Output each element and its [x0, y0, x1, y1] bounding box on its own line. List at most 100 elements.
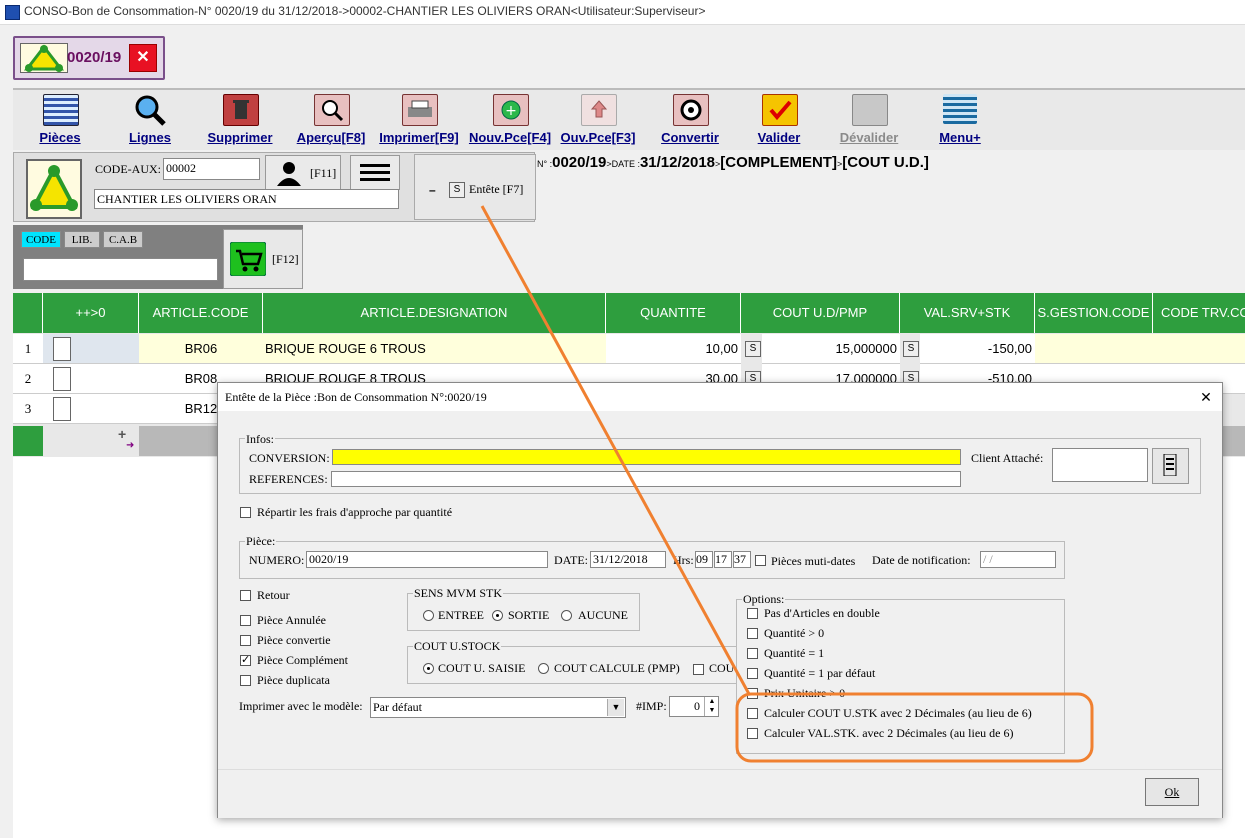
- annulee-label: Pièce Annulée: [257, 613, 326, 627]
- convert-icon: [673, 94, 709, 126]
- option-qty-positive-checkbox[interactable]: [747, 628, 758, 639]
- references-label: REFERENCES:: [249, 472, 328, 486]
- dialog-close-button[interactable]: ✕: [1194, 387, 1218, 407]
- document-tab[interactable]: 0020/19 ✕: [13, 36, 165, 80]
- devalider-button[interactable]: Dévalider: [833, 90, 905, 148]
- dialog-footer: [218, 769, 1222, 818]
- window-title: CONSO-Bon de Consommation-N° 0020/19 du …: [24, 4, 706, 18]
- option-qty-one-label: Quantité = 1: [764, 646, 825, 660]
- numero-input[interactable]: 0020/19: [306, 551, 548, 568]
- nouvelle-piece-button[interactable]: + Nouv.Pce[F4]: [467, 90, 553, 148]
- cout-pmp-radio[interactable]: [538, 663, 549, 674]
- pieces-button[interactable]: Pièces: [28, 90, 92, 148]
- apercu-button[interactable]: Aperçu[F8]: [295, 90, 367, 148]
- row-designation[interactable]: BRIQUE ROUGE 6 TROUS: [263, 334, 606, 364]
- entete-button[interactable]: – S Entête [F7]: [414, 154, 536, 220]
- menu-button[interactable]: Menu+: [933, 90, 987, 148]
- repartir-checkbox[interactable]: [240, 507, 251, 518]
- dialog-title: Entête de la Pièce :Bon de Consommation …: [225, 390, 487, 404]
- table-row-flag[interactable]: [43, 334, 139, 364]
- f12-button[interactable]: [F12]: [223, 229, 303, 289]
- s-button[interactable]: S: [449, 182, 465, 198]
- grid-header-val[interactable]: VAL.SRV+STK: [900, 293, 1035, 333]
- ouvrir-piece-button[interactable]: Ouv.Pce[F3]: [559, 90, 637, 148]
- row-quantite[interactable]: 10,00: [606, 334, 741, 364]
- grid-footer-corner: [13, 426, 43, 456]
- annulee-checkbox[interactable]: [240, 615, 251, 626]
- cout-extra-checkbox[interactable]: [693, 664, 704, 675]
- document-info-line: N° :0020/19>DATE :31/12/2018>[COMPLEMENT…: [537, 154, 929, 171]
- client-attache-input[interactable]: [1052, 448, 1148, 482]
- notification-date-input[interactable]: / /: [980, 551, 1056, 568]
- client-name-field[interactable]: CHANTIER LES OLIVIERS ORAN: [94, 189, 399, 209]
- convertie-checkbox[interactable]: [240, 635, 251, 646]
- retour-checkbox[interactable]: [240, 590, 251, 601]
- table-row-flag[interactable]: [43, 394, 139, 424]
- row-sgestion[interactable]: [1035, 334, 1153, 364]
- hamburger-button[interactable]: [350, 155, 400, 190]
- option-cout-2dec-checkbox[interactable]: [747, 708, 758, 719]
- supprimer-button[interactable]: Supprimer: [203, 90, 277, 148]
- hour-input[interactable]: 09: [695, 551, 713, 568]
- pcs-large-logo-icon: [26, 159, 82, 219]
- grid-header-cout[interactable]: COUT U.D/PMP: [741, 293, 900, 333]
- close-tab-button[interactable]: ✕: [129, 44, 157, 72]
- table-row-flag[interactable]: [43, 364, 139, 394]
- row-cout[interactable]: 15,000000: [762, 334, 900, 364]
- search-input[interactable]: [23, 258, 218, 281]
- cout-saisie-radio[interactable]: [423, 663, 434, 674]
- valider-button[interactable]: Valider: [749, 90, 809, 148]
- complement-label: Pièce Complément: [257, 653, 348, 667]
- pieces-icon: [43, 94, 79, 126]
- imp-label: #IMP:: [636, 699, 667, 713]
- complement-checkbox[interactable]: [240, 653, 251, 666]
- imprimer-button[interactable]: Imprimer[F9]: [377, 90, 461, 148]
- grid-header-codetrv[interactable]: CODE TRV.CO: [1153, 293, 1245, 333]
- row-number: 1: [13, 334, 43, 364]
- references-input[interactable]: [331, 471, 961, 487]
- sens-sortie-radio[interactable]: [492, 610, 503, 621]
- minute-input[interactable]: 17: [714, 551, 732, 568]
- grid-header-designation[interactable]: ARTICLE.DESIGNATION: [263, 293, 606, 333]
- option-qty-positive-label: Quantité > 0: [764, 626, 825, 640]
- ok-button[interactable]: Ok: [1145, 778, 1199, 806]
- chevron-down-icon[interactable]: ▼: [607, 699, 624, 716]
- option-qty-default-checkbox[interactable]: [747, 668, 758, 679]
- sens-aucune-radio[interactable]: [561, 610, 572, 621]
- code-aux-input[interactable]: 00002: [163, 158, 260, 180]
- option-price-positive-checkbox[interactable]: [747, 688, 758, 699]
- row-codetrv[interactable]: [1153, 334, 1245, 364]
- spinner-arrows-icon[interactable]: ▲ ▼: [704, 697, 719, 716]
- hamburger-icon: [360, 164, 390, 181]
- grid-header-sgestion[interactable]: S.GESTION.CODE: [1035, 293, 1153, 333]
- option-val-2dec-checkbox[interactable]: [747, 728, 758, 739]
- search-mode-lib[interactable]: LIB.: [64, 231, 100, 248]
- grid-header-code[interactable]: ARTICLE.CODE: [139, 293, 263, 333]
- grid-header-flag[interactable]: ++>0: [43, 293, 139, 333]
- client-lookup-button[interactable]: [1152, 448, 1189, 484]
- piece-legend: Pièce:: [245, 534, 277, 549]
- search-mode-cab[interactable]: C.A.B: [103, 231, 143, 248]
- row-s-button[interactable]: S: [745, 341, 761, 357]
- lignes-button[interactable]: Lignes: [121, 90, 179, 148]
- option-no-duplicates-checkbox[interactable]: [747, 608, 758, 619]
- multi-dates-checkbox[interactable]: [755, 555, 766, 566]
- sens-entree-radio[interactable]: [423, 610, 434, 621]
- search-mode-code[interactable]: CODE: [21, 231, 61, 248]
- f11-button[interactable]: [F11]: [265, 155, 341, 190]
- second-input[interactable]: 37: [733, 551, 751, 568]
- grid-header-quantite[interactable]: QUANTITE: [606, 293, 741, 333]
- cout-legend: COUT U.STOCK: [413, 639, 502, 654]
- add-line-icon[interactable]: +: [118, 426, 126, 442]
- option-qty-one-checkbox[interactable]: [747, 648, 758, 659]
- convertir-button[interactable]: Convertir: [653, 90, 727, 148]
- options-legend: Options:: [742, 592, 786, 607]
- row-s-button[interactable]: S: [903, 341, 919, 357]
- option-cout-2dec-label: Calculer COUT U.STK avec 2 Décimales (au…: [764, 706, 1032, 720]
- duplicata-checkbox[interactable]: [240, 675, 251, 686]
- modele-select[interactable]: Par défaut ▼: [370, 697, 626, 718]
- row-article-code[interactable]: BR06: [139, 334, 263, 364]
- entete-dialog: Entête de la Pièce :Bon de Consommation …: [217, 382, 1223, 818]
- date-input[interactable]: 31/12/2018: [590, 551, 666, 568]
- conversion-input[interactable]: [332, 449, 961, 465]
